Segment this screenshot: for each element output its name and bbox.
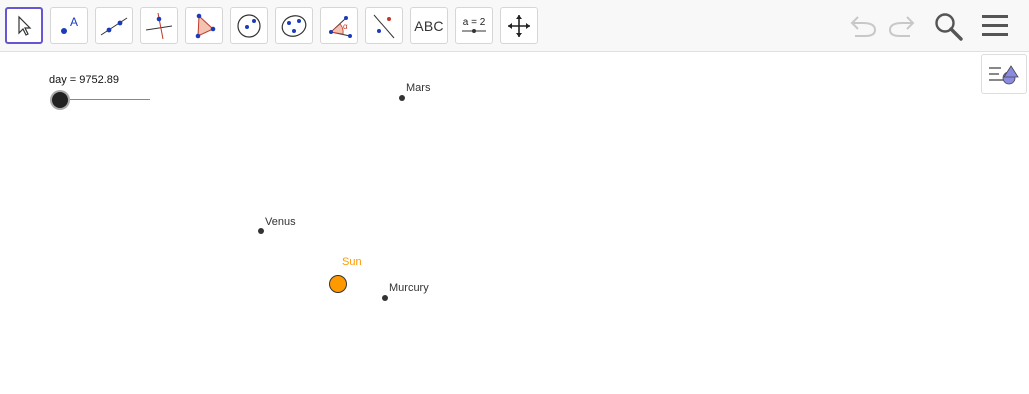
move-arrows-icon bbox=[508, 14, 530, 37]
angle-icon: α bbox=[329, 15, 352, 38]
search-icon bbox=[935, 13, 963, 41]
point-icon: A bbox=[61, 15, 78, 34]
sun-point[interactable] bbox=[329, 275, 347, 293]
text-tool-label: ABC bbox=[414, 17, 444, 34]
text-tool-button[interactable]: ABC bbox=[410, 7, 448, 44]
toolbar: A α ABC a = 2 bbox=[0, 0, 1029, 52]
perpendicular-line-icon bbox=[145, 12, 173, 39]
redo-button[interactable] bbox=[885, 10, 917, 42]
slider-tool-button[interactable]: a = 2 bbox=[455, 7, 493, 44]
move-tool-button[interactable] bbox=[5, 7, 43, 44]
day-slider-track[interactable] bbox=[60, 99, 150, 100]
graphics-view[interactable] bbox=[0, 53, 1029, 394]
svg-text:A: A bbox=[70, 15, 78, 29]
redo-icon bbox=[888, 16, 915, 37]
slider-tool-label: a = 2 bbox=[462, 17, 486, 28]
hamburger-menu-icon bbox=[982, 15, 1008, 36]
venus-point[interactable] bbox=[258, 228, 264, 234]
line-tool-button[interactable] bbox=[95, 7, 133, 44]
angle-tool-button[interactable]: α bbox=[320, 7, 358, 44]
undo-button[interactable] bbox=[848, 10, 880, 42]
polygon-tool-button[interactable] bbox=[185, 7, 223, 44]
day-slider-knob[interactable] bbox=[52, 92, 68, 108]
move-graphics-tool-button[interactable] bbox=[500, 7, 538, 44]
arrow-cursor-icon bbox=[18, 15, 32, 36]
mercury-point[interactable] bbox=[382, 295, 388, 301]
undo-icon bbox=[850, 16, 877, 37]
day-slider-label: day = 9752.89 bbox=[49, 74, 120, 86]
mars-label: Mars bbox=[406, 82, 431, 94]
polygon-icon bbox=[195, 13, 216, 38]
circle-tool-button[interactable] bbox=[230, 7, 268, 44]
circle-icon bbox=[237, 13, 261, 38]
slider-icon bbox=[462, 29, 486, 33]
venus-label: Venus bbox=[265, 216, 296, 228]
line-icon bbox=[100, 17, 128, 35]
conic-tool-button[interactable] bbox=[275, 7, 313, 44]
sun-label: Sun bbox=[342, 256, 362, 268]
search-button[interactable] bbox=[932, 10, 964, 42]
mercury-label: Murcury bbox=[389, 282, 429, 294]
reflect-icon bbox=[373, 14, 395, 38]
reflect-tool-button[interactable] bbox=[365, 7, 403, 44]
main-menu-button[interactable] bbox=[979, 10, 1011, 42]
perpendicular-tool-button[interactable] bbox=[140, 7, 178, 44]
svg-text:α: α bbox=[343, 22, 348, 31]
mars-point[interactable] bbox=[399, 95, 405, 101]
conic-icon bbox=[281, 14, 307, 37]
point-tool-button[interactable]: A bbox=[50, 7, 88, 44]
